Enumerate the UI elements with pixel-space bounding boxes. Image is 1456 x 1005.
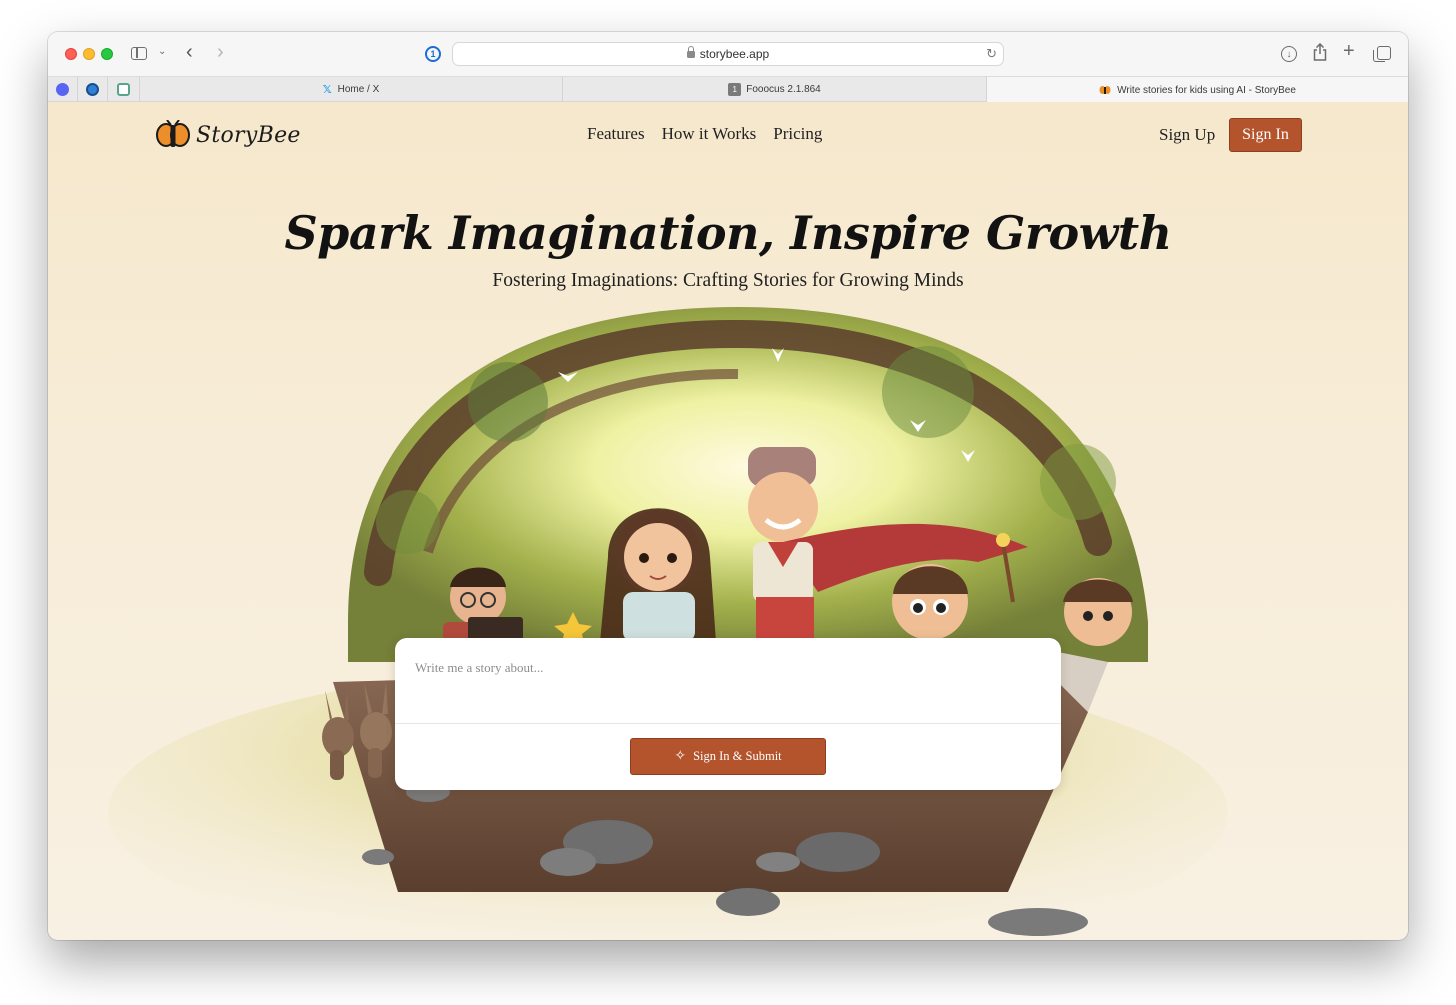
pinned-tab-openai[interactable] <box>108 77 140 101</box>
nav-pricing[interactable]: Pricing <box>773 124 822 144</box>
web-page: StoryBee Features How it Works Pricing S… <box>48 102 1408 940</box>
hero-subtitle: Fostering Imaginations: Crafting Stories… <box>492 270 964 291</box>
sparkle-icon: ✧ <box>674 748 687 764</box>
tab-label: Write stories for kids using AI - StoryB… <box>1117 84 1296 96</box>
address-bar[interactable]: storybee.app ↻ <box>452 42 1004 66</box>
reload-icon[interactable]: ↻ <box>986 46 997 62</box>
tab-fooocus[interactable]: 1 Fooocus 2.1.864 <box>563 77 987 101</box>
download-icon[interactable]: ↓ <box>1281 46 1297 62</box>
tab-label: Fooocus 2.1.864 <box>746 83 821 95</box>
bee-icon <box>1099 85 1111 95</box>
minimize-window-button[interactable] <box>83 48 95 60</box>
browser-toolbar: ⌄ ‹ › 1 storybee.app ↻ ↓ + <box>48 32 1408 77</box>
tab-storybee[interactable]: Write stories for kids using AI - StoryB… <box>987 77 1408 103</box>
browser-window: ⌄ ‹ › 1 storybee.app ↻ ↓ + 𝕏 Home / X 1 … <box>48 32 1408 940</box>
new-tab-icon[interactable]: + <box>1343 40 1355 63</box>
sign-up-link[interactable]: Sign Up <box>1159 125 1215 145</box>
sidebar-icon[interactable] <box>131 47 147 60</box>
discord-icon <box>56 82 69 96</box>
main-nav: Features How it Works Pricing <box>587 124 822 144</box>
boat-icon <box>86 82 99 96</box>
share-icon[interactable] <box>1313 42 1327 66</box>
story-prompt-input[interactable] <box>395 638 1061 724</box>
sign-in-submit-button[interactable]: ✧ Sign In & Submit <box>630 738 826 775</box>
nav-how-it-works[interactable]: How it Works <box>662 124 757 144</box>
openai-icon <box>117 82 130 96</box>
url-text: storybee.app <box>699 47 770 61</box>
forward-arrow-icon[interactable]: › <box>217 41 224 64</box>
zoom-window-button[interactable] <box>101 48 113 60</box>
lock-icon <box>686 46 695 58</box>
password-manager-icon[interactable]: 1 <box>425 46 441 62</box>
logo-text: StoryBee <box>196 122 301 148</box>
hero-title: Spark Imagination, Inspire Growth <box>284 206 1172 260</box>
pinned-tab-discord[interactable] <box>48 77 78 101</box>
x-logo-icon: 𝕏 <box>322 83 332 96</box>
submit-label: Sign In & Submit <box>693 749 782 763</box>
pinned-tab-boat[interactable] <box>78 77 108 101</box>
back-arrow-icon[interactable]: ‹ <box>186 41 193 64</box>
sign-in-button[interactable]: Sign In <box>1229 118 1302 152</box>
close-window-button[interactable] <box>65 48 77 60</box>
tab-overview-icon[interactable] <box>1373 46 1391 62</box>
nav-features[interactable]: Features <box>587 124 645 144</box>
storybee-logo[interactable]: StoryBee <box>156 118 301 152</box>
tab-home-x[interactable]: 𝕏 Home / X <box>140 77 563 101</box>
chevron-down-icon[interactable]: ⌄ <box>158 46 166 57</box>
story-form-card: ✧ Sign In & Submit <box>395 638 1061 790</box>
bee-icon <box>156 119 190 150</box>
number-one-icon: 1 <box>728 82 742 96</box>
tab-bar: 𝕏 Home / X 1 Fooocus 2.1.864 Write stori… <box>48 77 1408 103</box>
tab-label: Home / X <box>337 83 380 95</box>
